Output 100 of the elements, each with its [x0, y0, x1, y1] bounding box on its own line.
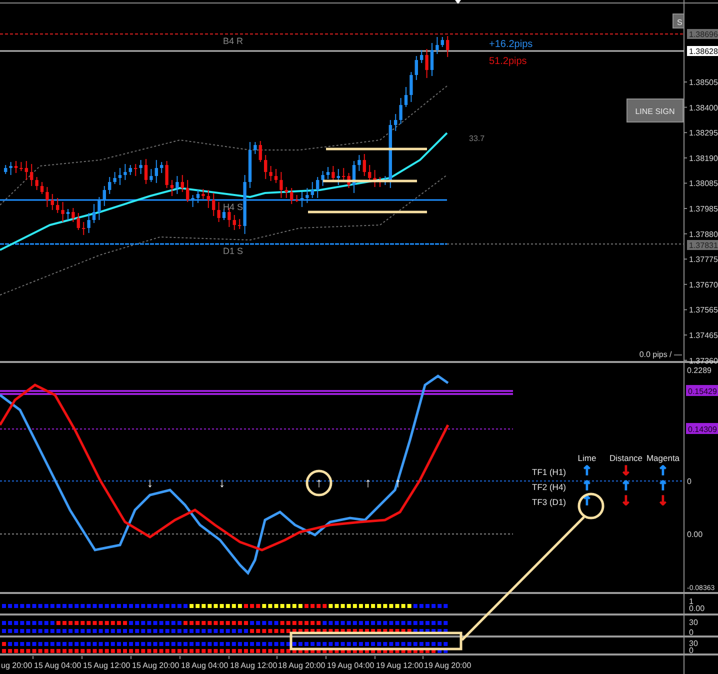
- row-label: TF1 (H1): [532, 467, 566, 477]
- axis-label: 1.37985: [689, 204, 718, 214]
- highlight-circle: [578, 492, 604, 520]
- candle: [128, 164, 132, 176]
- candle: [399, 98, 402, 124]
- time-label: 18 Aug 12:00: [230, 661, 278, 670]
- axis-label: 1.37880: [689, 230, 718, 239]
- candle: [186, 180, 190, 202]
- candle: [295, 194, 298, 202]
- price-tag: 1.37831: [687, 240, 718, 250]
- candle: [310, 182, 314, 198]
- candle: [430, 42, 434, 76]
- candle: [150, 168, 153, 182]
- candle: [24, 160, 28, 180]
- candle: [46, 186, 49, 208]
- candle: [388, 120, 392, 188]
- axis-label: 0.2289: [687, 366, 712, 375]
- signal-arrow: ↑: [316, 475, 322, 490]
- candle: [420, 50, 424, 64]
- candle: [98, 196, 101, 220]
- candle: [108, 176, 112, 194]
- candle: [368, 164, 372, 180]
- candle: [284, 186, 288, 198]
- candle: [342, 168, 346, 182]
- candle: [384, 176, 387, 186]
- candle: [269, 166, 272, 182]
- candle: [290, 188, 294, 204]
- candle: [425, 48, 428, 78]
- candle: [30, 164, 34, 186]
- column-header: Lime: [578, 453, 596, 463]
- candle: [212, 192, 216, 216]
- candle: [222, 208, 226, 220]
- direction-arrow: ↑: [658, 479, 668, 494]
- candle: [102, 186, 106, 206]
- time-label: ug 20:00: [1, 661, 32, 670]
- time-label: 15 Aug 04:00: [34, 661, 82, 670]
- candle: [202, 188, 205, 200]
- candle: [56, 198, 60, 214]
- level-label: D1 S: [223, 246, 243, 256]
- column-header: Magenta: [646, 453, 680, 463]
- level-label: H4 S: [223, 202, 243, 212]
- candle: [50, 194, 54, 210]
- axis-label: 1.38295: [689, 128, 718, 138]
- candle: [72, 208, 75, 222]
- candle: [170, 180, 174, 196]
- direction-arrow: ↓: [620, 494, 632, 509]
- axis-label: 1: [689, 597, 694, 606]
- time-label: 18 Aug 20:00: [278, 661, 326, 670]
- candle: [139, 160, 142, 174]
- signal-arrow: ↑: [364, 475, 372, 490]
- candle: [154, 160, 158, 184]
- axis-label: 1.37360: [689, 356, 718, 364]
- candle: [347, 172, 350, 188]
- candle: [274, 168, 278, 184]
- candle: [414, 56, 418, 80]
- candle: [92, 204, 96, 224]
- candle: [280, 172, 283, 198]
- price-tag: 1.38628: [687, 46, 718, 56]
- candle: [362, 154, 366, 176]
- candle: [410, 72, 413, 102]
- candle: [436, 36, 439, 54]
- candle: [248, 142, 252, 188]
- time-label: 15 Aug 12:00: [83, 661, 130, 670]
- pips-text: 51.2pips: [489, 56, 527, 67]
- value-text: 33.7: [469, 134, 485, 143]
- candle: [176, 176, 179, 194]
- candle: [238, 218, 242, 230]
- candle: [217, 202, 220, 222]
- time-label: 15 Aug 20:00: [132, 661, 180, 670]
- axis-label: 0: [689, 628, 694, 637]
- candle: [206, 190, 210, 208]
- line-sign-button[interactable]: LINE SIGN: [626, 98, 684, 122]
- candle: [264, 154, 268, 180]
- candle: [404, 86, 408, 108]
- direction-arrow: ↑: [582, 494, 592, 509]
- candle: [14, 160, 18, 174]
- direction-arrow: ↑: [658, 464, 668, 479]
- candle: [35, 176, 38, 190]
- axis-label: 1.38400: [689, 103, 718, 112]
- partial-button[interactable]: S: [672, 14, 684, 28]
- axis-label: 0.00: [687, 530, 703, 539]
- candle: [20, 162, 23, 172]
- candle: [82, 222, 86, 236]
- candle: [352, 160, 356, 194]
- candle: [144, 158, 148, 184]
- direction-arrow: ↑: [582, 479, 592, 494]
- candle: [300, 192, 304, 208]
- highlight-circle: [306, 470, 332, 496]
- axis-label: 30: [689, 618, 698, 627]
- candle: [160, 162, 164, 174]
- axis-label: 1.37670: [689, 280, 718, 290]
- candle: [113, 172, 116, 184]
- candle: [76, 212, 80, 230]
- axis-label: 1.37565: [689, 306, 718, 315]
- candle: [378, 176, 382, 188]
- candle: [232, 214, 236, 230]
- signal-arrow: ↓: [146, 475, 154, 490]
- value-tag: 0.15429: [686, 385, 718, 396]
- candle: [134, 164, 138, 176]
- signal-arrow: ↓: [218, 475, 226, 490]
